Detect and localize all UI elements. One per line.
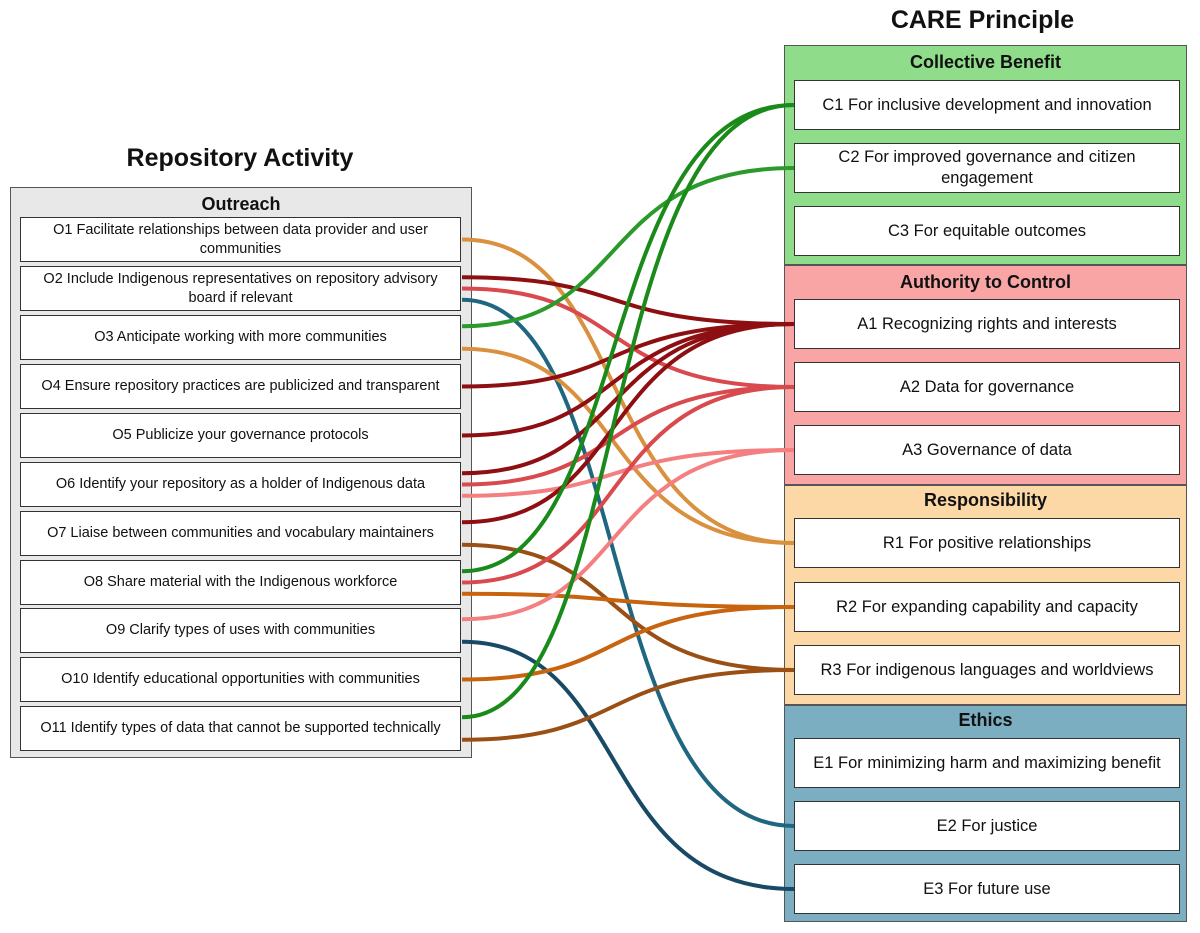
care-node-c3: C3 For equitable outcomes	[794, 206, 1180, 256]
link-o11-c1	[461, 103, 795, 720]
link-o4-a1	[461, 322, 795, 389]
activity-node-o10: O10 Identify educational opportunities w…	[20, 657, 461, 702]
responsibility-title: Responsibility	[923, 490, 1048, 510]
activity-node-o9: O9 Clarify types of uses with communitie…	[20, 608, 461, 653]
care-node-r2: R2 For expanding capability and capacity	[794, 582, 1180, 632]
link-o8-c1	[461, 103, 795, 574]
activity-node-o5: O5 Publicize your governance protocols	[20, 413, 461, 458]
link-o2-e2	[461, 297, 795, 828]
link-o5-a1	[461, 322, 795, 438]
care-node-a3: A3 Governance of data	[794, 425, 1180, 475]
link-o7-r3	[461, 542, 795, 672]
activity-node-o11: O11 Identify types of data that cannot b…	[20, 706, 461, 751]
link-o9-e3	[461, 639, 795, 891]
care-node-e3: E3 For future use	[794, 864, 1180, 914]
link-o10-r2	[461, 605, 795, 682]
link-o9-a3	[461, 448, 795, 622]
link-o6-a2	[461, 385, 795, 487]
link-o7-a1	[461, 322, 795, 525]
link-o1-r1	[461, 237, 795, 545]
outreach-group-title: Outreach	[201, 194, 281, 214]
link-o3-r1	[461, 346, 795, 545]
activity-node-o7: O7 Liaise between communities and vocabu…	[20, 511, 461, 556]
activity-node-o4: O4 Ensure repository practices are publi…	[20, 364, 461, 409]
activity-node-o2: O2 Include Indigenous representatives on…	[20, 266, 461, 311]
care-node-a1: A1 Recognizing rights and interests	[794, 299, 1180, 349]
link-o2-a1	[461, 275, 795, 326]
activity-node-o3: O3 Anticipate working with more communit…	[20, 315, 461, 360]
care-node-r1: R1 For positive relationships	[794, 518, 1180, 568]
activity-node-o6: O6 Identify your repository as a holder …	[20, 462, 461, 507]
link-o3-c2	[461, 166, 795, 329]
care-node-c1: C1 For inclusive development and innovat…	[794, 80, 1180, 130]
link-o6-a3	[461, 448, 795, 498]
activity-node-o8: O8 Share material with the Indigenous wo…	[20, 560, 461, 605]
link-o2-a2	[461, 286, 795, 389]
collective-benefit-title: Collective Benefit	[909, 52, 1062, 72]
link-o8-r2	[461, 591, 795, 609]
care-principle-title: CARE Principle	[890, 6, 1075, 34]
care-node-c2: C2 For improved governance and citizen e…	[794, 143, 1180, 193]
link-o6-a1	[461, 322, 795, 476]
care-node-e1: E1 For minimizing harm and maximizing be…	[794, 738, 1180, 788]
activity-node-o1: O1 Facilitate relationships between data…	[20, 217, 461, 262]
authority-to-control-title: Authority to Control	[900, 272, 1071, 292]
care-node-a2: A2 Data for governance	[794, 362, 1180, 412]
care-node-e2: E2 For justice	[794, 801, 1180, 851]
link-o11-r3	[461, 668, 795, 742]
link-o8-a2	[461, 385, 795, 585]
ethics-title: Ethics	[958, 710, 1013, 730]
repository-activity-title: Repository Activity	[126, 144, 354, 172]
care-node-r3: R3 For indigenous languages and worldvie…	[794, 645, 1180, 695]
